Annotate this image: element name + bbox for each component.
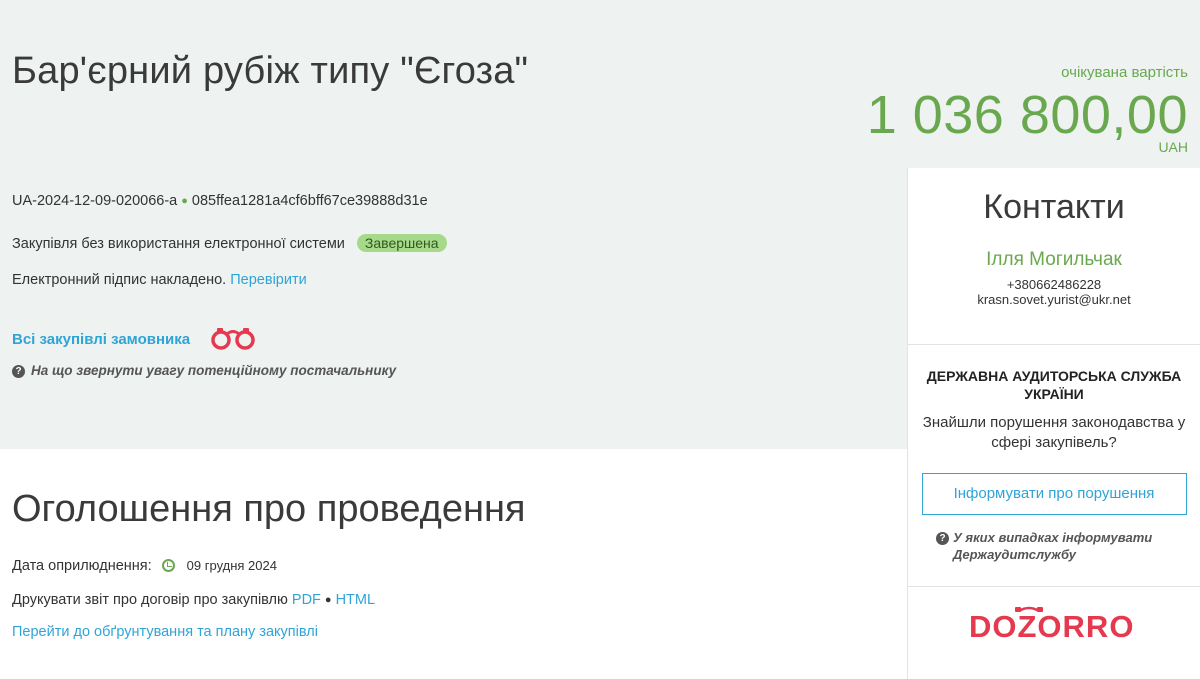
tender-title: Бар'єрний рубіж типу "Єгоза" [12, 50, 529, 92]
publish-date-row: Дата оприлюднення: 09 грудня 2024 [12, 558, 277, 574]
print-report-row: Друкувати звіт про договір про закупівлю… [12, 592, 375, 608]
price-label: очікувана вартість [1061, 64, 1188, 81]
publish-date-label: Дата оприлюднення: [12, 558, 152, 574]
binoculars-icon[interactable] [210, 326, 256, 354]
sidebar: Контакти Ілля Могильчак +380662486228 kr… [907, 168, 1200, 679]
question-icon: ? [12, 365, 25, 378]
tender-ids: UA-2024-12-09-020066-a ● 085ffea1281a4cf6b… [12, 193, 428, 209]
svg-text:DOZORRO: DOZORRO [969, 609, 1134, 644]
audit-panel: ДЕРЖАВНА АУДИТОРСЬКА СЛУЖБА УКРАЇНИ Знай… [908, 345, 1200, 653]
supplier-hint-text[interactable]: На що звернути увагу потенційному постач… [31, 363, 396, 378]
procedure-type: Закупівля без використання електронної с… [12, 236, 345, 252]
supplier-hint[interactable]: ? На що звернути увагу потенційному поста… [12, 363, 396, 378]
audit-text: Знайшли порушення законодавства у сфері … [922, 414, 1186, 451]
tender-hash: 085ffea1281a4cf6bff67ce39888d31e [191, 193, 428, 209]
publish-date-value: 09 грудня 2024 [186, 558, 277, 573]
dot-separator: ● [181, 195, 188, 207]
tender-id: UA-2024-12-09-020066-a [12, 193, 178, 209]
contact-email: krasn.sovet.yurist@ukr.net [977, 292, 1131, 307]
dot-separator: ● [324, 594, 332, 606]
contacts-panel: Контакти Ілля Могильчак +380662486228 kr… [908, 168, 1200, 345]
expected-price: очікувана вартість 1 036 800,00 UAH [867, 64, 1188, 155]
contact-name: Ілля Могильчак [986, 249, 1122, 270]
all-purchases-row: Всі закупівлі замовника [12, 326, 256, 354]
pdf-link[interactable]: PDF [292, 592, 321, 608]
plan-link-row: Перейти до обґрунтування та плану закупі… [12, 624, 318, 640]
print-report-label: Друкувати звіт про договір про закупівлю [12, 592, 288, 608]
price-value: 1 036 800,00 [866, 85, 1188, 145]
audit-title: ДЕРЖАВНА АУДИТОРСЬКА СЛУЖБА УКРАЇНИ [926, 368, 1182, 402]
clock-icon [161, 559, 175, 572]
announcement-title: Оголошення про проведення [12, 488, 526, 530]
signature-text: Електронний підпис накладено. [12, 272, 227, 288]
all-purchases-link[interactable]: Всі закупівлі замовника [12, 331, 190, 348]
html-link[interactable]: HTML [336, 592, 375, 608]
audit-hint-text[interactable]: У яких випадках інформувати Держаудитслу… [953, 529, 1173, 563]
plan-link[interactable]: Перейти до обґрунтування та плану закупі… [12, 624, 318, 640]
dozorro-logo[interactable]: DOZORRO [920, 605, 1188, 653]
procedure-row: Закупівля без використання електронної с… [12, 234, 447, 252]
report-violation-button[interactable]: Інформувати про порушення [921, 473, 1187, 515]
question-icon: ? [936, 532, 949, 545]
status-badge: Завершена [356, 234, 447, 252]
divider [908, 586, 1200, 587]
contact-phone: +380662486228 [1006, 277, 1102, 292]
contacts-title: Контакти [983, 188, 1125, 226]
signature-row: Електронний підпис накладено. Перевірити [12, 272, 307, 288]
audit-hint[interactable]: ? У яких випадках інформувати Держаудитсл… [936, 529, 1188, 563]
verify-signature-link[interactable]: Перевірити [230, 272, 306, 288]
